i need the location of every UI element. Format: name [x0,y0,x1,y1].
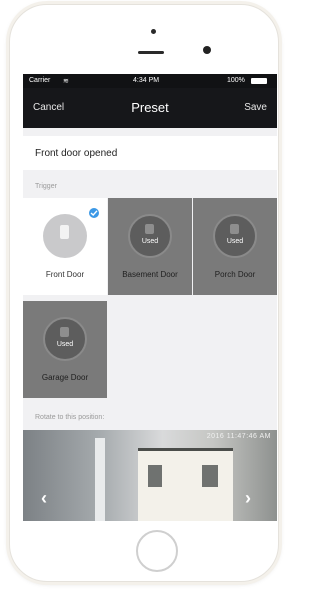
chevron-right-icon[interactable]: › [245,488,251,509]
preset-name-field[interactable]: Front door opened [23,136,277,170]
trigger-tile-basement-door[interactable]: Used Basement Door [108,198,192,295]
carrier-text: Carrier [29,77,51,84]
door-circle [43,214,87,258]
used-badge: Used [56,341,74,348]
battery-icon [251,78,267,84]
page-title: Preset [131,100,169,115]
front-camera [203,46,211,54]
position-section-label: Rotate to this position: [35,414,105,421]
door-icon [60,225,69,239]
preset-name-value[interactable]: Front door opened [35,148,117,159]
trigger-section-label: Trigger [35,183,57,190]
trigger-label: Front Door [45,270,85,279]
earpiece-speaker [138,51,164,54]
door-icon [230,224,239,234]
home-button[interactable] [136,530,178,572]
battery-text: 100% [227,77,245,84]
camera-scene-pole [95,438,105,521]
checkmark-icon [88,207,100,219]
status-bar: Carrier ≋ 4:34 PM 100% [23,74,277,88]
camera-scene-window [202,465,218,487]
trigger-label: Porch Door [214,270,256,279]
door-icon [145,224,154,234]
camera-scene-house [138,448,233,521]
wifi-icon: ≋ [63,78,69,85]
trigger-tile-front-door[interactable]: Front Door [23,198,107,295]
trigger-tile-garage-door[interactable]: Used Garage Door [23,301,107,398]
trigger-label: Garage Door [41,373,89,382]
app-screen: Carrier ≋ 4:34 PM 100% Cancel Preset Sav… [23,74,277,521]
used-badge: Used [141,238,159,245]
save-button[interactable]: Save [244,102,267,113]
trigger-tile-porch-door[interactable]: Used Porch Door [193,198,277,295]
door-circle: Used [43,317,87,361]
camera-scene-window [148,465,162,487]
used-badge: Used [226,238,244,245]
door-icon [60,327,69,337]
sensor-dot [151,29,156,34]
clock-text: 4:34 PM [133,77,160,84]
camera-preview[interactable]: 2016 11:47:46 AM ‹ › [23,430,277,521]
chevron-left-icon[interactable]: ‹ [41,488,47,509]
trigger-label: Basement Door [122,270,178,279]
nav-bar: Cancel Preset Save [23,88,277,128]
door-circle: Used [213,214,257,258]
camera-timestamp: 2016 11:47:46 AM [206,433,271,440]
door-circle: Used [128,214,172,258]
